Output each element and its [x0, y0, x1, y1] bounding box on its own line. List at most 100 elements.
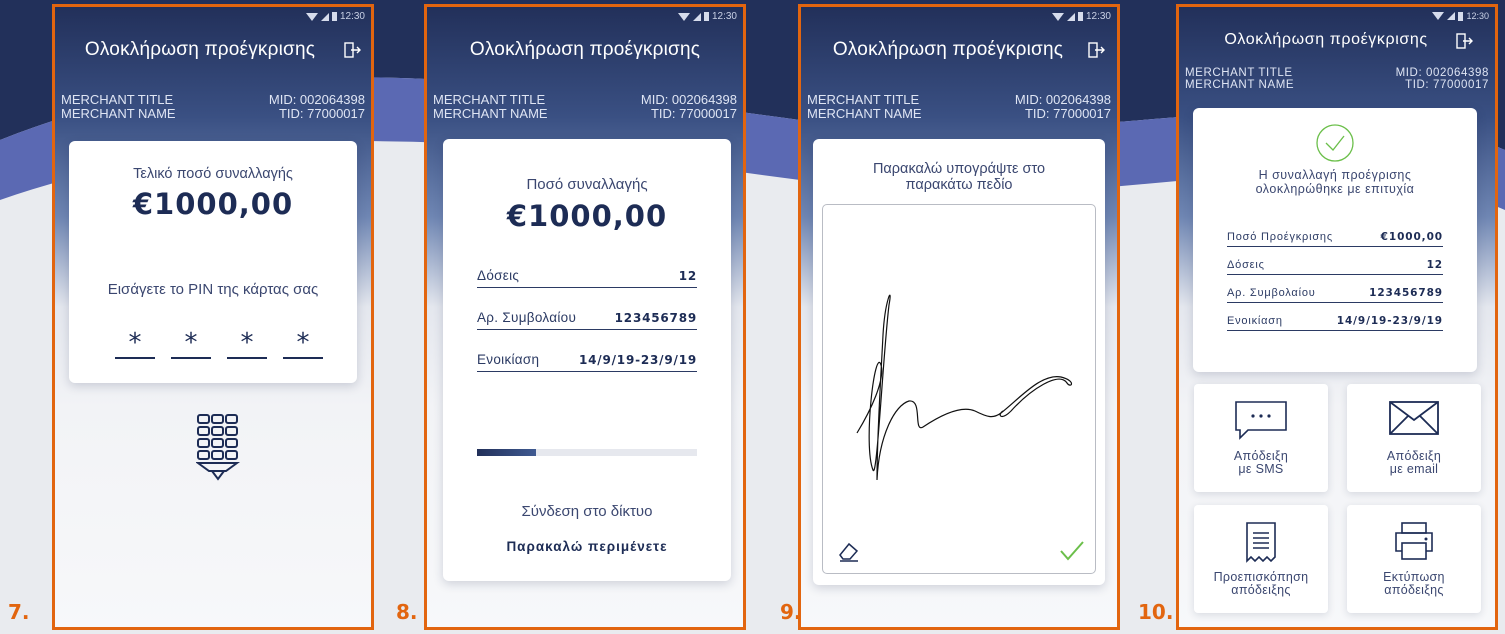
- phone-screen-9: 12:30 Ολοκλήρωση προέγκρισης MERCHANT TI…: [798, 4, 1120, 630]
- merchant-name: MERCHANT NAME: [61, 106, 176, 121]
- page-title: Ολοκλήρωση προέγκρισης: [469, 39, 701, 60]
- wifi-icon: [677, 12, 690, 21]
- detail-row: Αρ. Συμβολαίου 123456789: [477, 305, 697, 330]
- amount-value: €1000,00: [506, 199, 668, 233]
- status-bar: 12:30: [305, 11, 365, 22]
- row-value: 123456789: [1369, 287, 1443, 299]
- terminal-tid: TID: 77000017: [1405, 79, 1489, 91]
- print-receipt-button[interactable]: Εκτύπωση απόδειξης: [1347, 505, 1481, 613]
- sms-receipt-button[interactable]: Απόδειξη με SMS: [1194, 384, 1328, 492]
- row-label: Ποσό Προέγκρισης: [1227, 231, 1333, 243]
- phone-screen-7: 12:30 Ολοκλήρωση προέγκρισης MERCHANT TI…: [52, 4, 374, 630]
- detail-row: Δόσεις 12: [477, 263, 697, 288]
- step-number-7: 7.: [8, 600, 30, 624]
- battery-icon: [703, 12, 709, 21]
- signature-card: Παρακαλώ υπογράψτε στο παρακάτω πεδίο: [813, 139, 1105, 585]
- terminal-tid: TID: 77000017: [650, 106, 737, 121]
- progress-fill: [477, 449, 537, 456]
- row-value: 14/9/19-23/9/19: [578, 353, 697, 367]
- terminal-tid: TID: 77000017: [1024, 106, 1111, 121]
- exit-icon[interactable]: [1455, 32, 1473, 50]
- row-value: €1000,00: [1380, 231, 1443, 243]
- row-value: 14/9/19-23/9/19: [1336, 315, 1443, 327]
- page-title: Ολοκλήρωση προέγκρισης: [832, 39, 1064, 60]
- signal-icon: [1447, 12, 1456, 20]
- row-value: 12: [1426, 259, 1443, 271]
- email-receipt-button[interactable]: Απόδειξη με email: [1347, 384, 1481, 492]
- exit-icon[interactable]: [1087, 41, 1105, 59]
- pin-prompt: Εισάγετε το PIN της κάρτας σας: [107, 281, 319, 298]
- pin-digit: *: [171, 323, 211, 359]
- success-line2: ολοκληρώθηκε με επιτυχία: [1255, 182, 1415, 196]
- tile-label-line: απόδειξης: [1231, 583, 1291, 597]
- merchant-title: MERCHANT TITLE: [61, 92, 174, 107]
- signal-icon: [1066, 12, 1075, 21]
- merchant-title: MERCHANT TITLE: [433, 92, 546, 107]
- signature-stroke: [856, 294, 1073, 481]
- step-number-8: 8.: [396, 600, 418, 624]
- sign-prompt-line2: παρακάτω πεδίο: [905, 177, 1013, 193]
- merchant-title: MERCHANT TITLE: [807, 92, 920, 107]
- tile-label-line: με SMS: [1238, 462, 1284, 476]
- pin-digit: *: [283, 323, 323, 359]
- summary-row: Ποσό Προέγκρισης €1000,00: [1227, 228, 1443, 247]
- merchant-mid: MID: 002064398: [268, 92, 365, 107]
- merchant-title: MERCHANT TITLE: [1185, 67, 1293, 79]
- tile-label-line: απόδειξης: [1384, 583, 1444, 597]
- summary-row: Αρ. Συμβολαίου 123456789: [1227, 284, 1443, 303]
- keypad-icon[interactable]: [196, 413, 240, 483]
- page-title: Ολοκλήρωση προέγκρισης: [1224, 31, 1428, 48]
- phone-screen-8: 12:30 Ολοκλήρωση προέγκρισης MERCHANT TI…: [424, 4, 746, 630]
- merchant-mid: MID: 002064398: [640, 92, 737, 107]
- summary-row: Δόσεις 12: [1227, 256, 1443, 275]
- exit-icon[interactable]: [343, 41, 361, 59]
- final-amount-label: Τελικό ποσό συναλλαγής: [133, 166, 293, 182]
- merchant-name: MERCHANT NAME: [433, 106, 548, 121]
- merchant-mid: MID: 002064398: [1014, 92, 1111, 107]
- success-check-icon: [1316, 124, 1354, 162]
- terminal-tid: TID: 77000017: [278, 106, 365, 121]
- battery-icon: [1077, 12, 1083, 21]
- receipt-summary-card: Η συναλλαγή προέγρισης ολοκληρώθηκε με ε…: [1193, 108, 1477, 372]
- success-line1: Η συναλλαγή προέγρισης: [1258, 168, 1412, 182]
- transaction-card: Ποσό συναλλαγής €1000,00 Δόσεις 12 Αρ. Σ…: [443, 139, 731, 581]
- step-number-9: 9.: [780, 600, 802, 624]
- receipt-preview-icon: [1246, 522, 1276, 563]
- tile-label: Εκτύπωση απόδειξης: [1347, 571, 1481, 597]
- status-time: 12:30: [1085, 11, 1111, 22]
- row-label: Δόσεις: [477, 268, 520, 283]
- battery-icon: [331, 12, 337, 21]
- page-title: Ολοκλήρωση προέγκρισης: [84, 39, 316, 60]
- eraser-icon[interactable]: [837, 541, 861, 563]
- step-number-10: 10.: [1138, 600, 1174, 624]
- confirm-check-icon[interactable]: [1059, 539, 1085, 563]
- wifi-icon: [1051, 12, 1064, 21]
- pin-digit: *: [227, 323, 267, 359]
- connecting-status: Σύνδεση στο δίκτυο: [521, 503, 653, 520]
- amount-value: €1000,00: [132, 187, 294, 221]
- merchant-mid: MID: 002064398: [1395, 67, 1489, 79]
- envelope-icon: [1389, 401, 1439, 435]
- summary-row: Ενοικίαση 14/9/19-23/9/19: [1227, 312, 1443, 331]
- printer-icon: [1395, 522, 1433, 560]
- row-label: Αρ. Συμβολαίου: [1227, 287, 1316, 299]
- row-value: 123456789: [614, 311, 697, 325]
- signature-pad[interactable]: [822, 204, 1096, 574]
- row-label: Ενοικίαση: [1227, 315, 1283, 327]
- status-time: 12:30: [1466, 11, 1489, 21]
- sign-prompt: Παρακαλώ υπογράψτε στο παρακάτω πεδίο: [813, 161, 1105, 193]
- merchant-name: MERCHANT NAME: [807, 106, 922, 121]
- amount-label: Ποσό συναλλαγής: [526, 176, 648, 193]
- status-bar: 12:30: [677, 11, 737, 22]
- status-time: 12:30: [339, 11, 365, 22]
- status-time: 12:30: [711, 11, 737, 22]
- pin-digit: *: [115, 323, 155, 359]
- merchant-name: MERCHANT NAME: [1185, 79, 1295, 91]
- tile-label: Προεπισκόπηση απόδειξης: [1194, 571, 1328, 597]
- preview-receipt-button[interactable]: Προεπισκόπηση απόδειξης: [1194, 505, 1328, 613]
- sms-icon: [1235, 401, 1287, 440]
- signal-icon: [320, 12, 329, 21]
- pin-input[interactable]: * * * *: [115, 323, 323, 359]
- row-label: Αρ. Συμβολαίου: [477, 310, 577, 325]
- row-value: 12: [678, 269, 697, 283]
